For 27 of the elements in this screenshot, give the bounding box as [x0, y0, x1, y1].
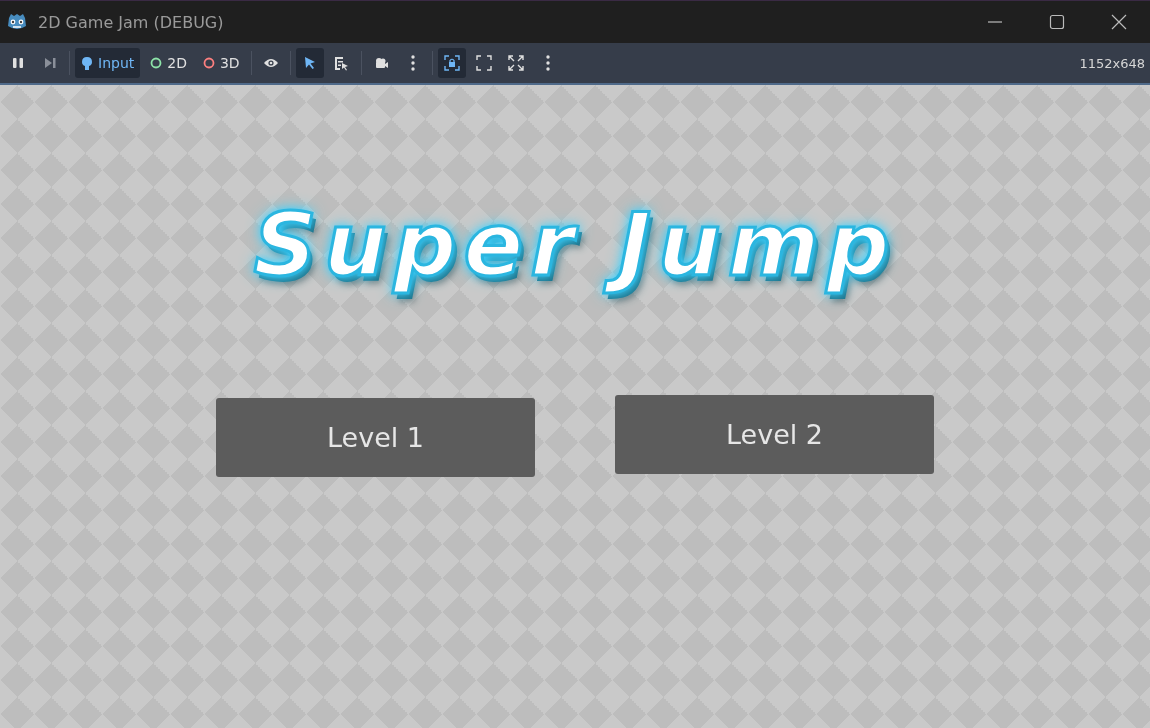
pointer-icon — [302, 56, 317, 70]
more-icon — [545, 55, 550, 71]
ring3d-button[interactable]: 3D — [196, 48, 246, 78]
minimize-icon — [987, 21, 1003, 23]
maximize-icon — [1049, 14, 1065, 30]
window-title: 2D Game Jam (DEBUG) — [38, 12, 224, 32]
lock-button[interactable] — [437, 48, 466, 78]
frame-corners-icon — [475, 55, 492, 71]
locked-frame-icon — [443, 55, 460, 71]
ring-icon — [150, 57, 163, 69]
pause-icon — [12, 57, 24, 69]
ring2d-button[interactable]: 2D — [144, 48, 193, 78]
list-pointer-icon — [334, 55, 350, 71]
pointer-button[interactable] — [295, 48, 324, 78]
expand-icon — [507, 55, 524, 71]
game-title: Super Jump — [253, 192, 897, 298]
robot-logo-icon — [6, 12, 28, 32]
step-icon — [44, 57, 56, 69]
input-button[interactable]: Input — [75, 48, 141, 78]
resolution-label: 1152x648 — [1079, 55, 1145, 71]
ring-icon — [202, 57, 215, 69]
more-icon — [410, 55, 415, 71]
camera-icon — [373, 57, 388, 69]
close-icon — [1111, 14, 1127, 30]
level-button[interactable]: Level 1 — [216, 398, 535, 477]
eye-icon — [262, 57, 279, 69]
level-button[interactable]: Level 2 — [615, 395, 934, 474]
